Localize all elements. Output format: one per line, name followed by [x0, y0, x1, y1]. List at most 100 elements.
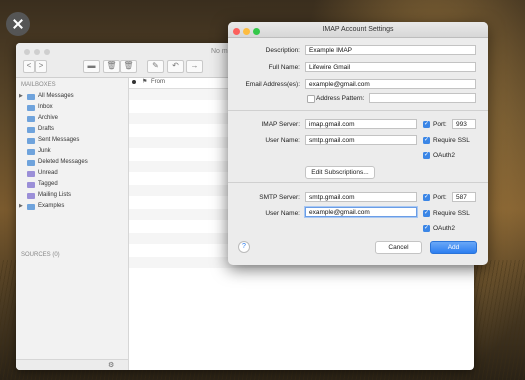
zoom-light-icon[interactable]: [253, 28, 260, 35]
unread-column-icon[interactable]: [132, 80, 136, 84]
dialog-window-controls: [233, 26, 263, 41]
address-pattern-checkbox[interactable]: [307, 95, 315, 103]
imap-account-settings-dialog: IMAP Account Settings Description: Examp…: [228, 22, 488, 265]
forward-mail-icon: →: [190, 61, 199, 70]
imap-require-ssl-label: Require SSL: [433, 137, 470, 144]
from-column-header[interactable]: From: [151, 79, 165, 85]
sidebar-item-unread[interactable]: Unread: [16, 168, 128, 179]
imap-port-checkbox[interactable]: ✓: [423, 121, 430, 128]
smtp-port-checkbox[interactable]: ✓: [423, 194, 430, 201]
sidebar-item-label: Junk: [38, 148, 51, 154]
archive-icon: ▬: [87, 61, 96, 70]
sidebar-item-label: Sent Messages: [38, 137, 80, 143]
sources-header: SOURCES (0): [21, 252, 60, 258]
sidebar-item-tagged[interactable]: Tagged: [16, 179, 128, 190]
folder-icon: [27, 204, 35, 210]
sidebar-item-mailing-lists[interactable]: Mailing Lists: [16, 190, 128, 201]
imap-username-field[interactable]: smtp.gmail.com: [305, 135, 417, 145]
imap-username-label: User Name:: [265, 137, 300, 144]
folder-icon: [27, 94, 35, 100]
sidebar-item-label: Inbox: [38, 104, 53, 110]
sidebar-item-sent-messages[interactable]: Sent Messages: [16, 135, 128, 146]
close-overlay-icon[interactable]: [6, 12, 30, 36]
disclosure-triangle-icon[interactable]: ▶: [19, 91, 23, 102]
minimize-light-icon[interactable]: [34, 49, 40, 55]
folder-icon: [27, 149, 35, 155]
full-name-label: Full Name:: [268, 64, 300, 71]
junk-icon: 🗑: [123, 61, 134, 70]
sidebar-item-label: Deleted Messages: [38, 159, 88, 165]
sidebar-item-junk[interactable]: Junk: [16, 146, 128, 157]
smtp-username-label: User Name:: [265, 210, 300, 217]
sidebar-item-examples[interactable]: ▶ Examples: [16, 201, 128, 212]
address-pattern-label: Address Pattern:: [316, 95, 365, 102]
help-button[interactable]: ?: [238, 241, 250, 253]
imap-require-ssl-checkbox[interactable]: ✓: [423, 137, 430, 144]
reply-icon: ↶: [172, 61, 179, 70]
smtp-username-field[interactable]: example@gmail.com: [305, 207, 417, 217]
sidebar-item-deleted-messages[interactable]: Deleted Messages: [16, 157, 128, 168]
smtp-server-label: SMTP Server:: [259, 194, 300, 201]
address-pattern-field[interactable]: [369, 93, 476, 103]
gear-icon[interactable]: ⚙: [108, 361, 114, 369]
forward-mail-button[interactable]: →: [186, 60, 203, 73]
smtp-oauth2-label: OAuth2: [433, 225, 456, 232]
archive-button[interactable]: ▬: [83, 60, 100, 73]
close-light-icon[interactable]: [233, 28, 240, 35]
mailboxes-header: MAILBOXES: [21, 82, 56, 88]
sidebar-item-label: Mailing Lists: [38, 192, 72, 198]
junk-button[interactable]: 🗑: [120, 60, 137, 73]
sidebar-item-archive[interactable]: Archive: [16, 113, 128, 124]
sidebar-item-all-messages[interactable]: ▶ All Messages: [16, 91, 128, 102]
mail-window-title: No m: [211, 48, 228, 55]
compose-button[interactable]: ✎: [147, 60, 164, 73]
cancel-button[interactable]: Cancel: [375, 241, 422, 254]
imap-port-label: Port:: [433, 121, 447, 128]
mailbox-list: ▶ All Messages Inbox Archive Drafts Sent …: [16, 91, 128, 212]
sidebar-item-label: Examples: [38, 203, 65, 209]
email-field[interactable]: example@gmail.com: [305, 79, 476, 89]
disclosure-triangle-icon[interactable]: ▶: [19, 201, 23, 212]
sidebar-item-inbox[interactable]: Inbox: [16, 102, 128, 113]
sidebar-item-drafts[interactable]: Drafts: [16, 124, 128, 135]
imap-oauth2-checkbox[interactable]: ✓: [423, 152, 430, 159]
imap-server-label: IMAP Server:: [261, 121, 300, 128]
add-button[interactable]: Add: [430, 241, 477, 254]
description-field[interactable]: Example IMAP: [305, 45, 476, 55]
smtp-require-ssl-checkbox[interactable]: ✓: [423, 210, 430, 217]
trash-icon: 🗑: [106, 61, 117, 70]
sidebar-item-label: Tagged: [38, 181, 58, 187]
sidebar-footer: ⚙: [16, 359, 128, 370]
smtp-require-ssl-label: Require SSL: [433, 210, 470, 217]
close-light-icon[interactable]: [24, 49, 30, 55]
smart-folder-icon: [27, 182, 35, 188]
smtp-port-field[interactable]: 587: [452, 192, 476, 202]
back-button[interactable]: <: [23, 60, 35, 73]
dialog-title: IMAP Account Settings: [322, 26, 394, 33]
folder-icon: [27, 160, 35, 166]
trash-button[interactable]: 🗑: [103, 60, 120, 73]
minimize-light-icon[interactable]: [243, 28, 250, 35]
forward-button[interactable]: >: [35, 60, 47, 73]
imap-port-field[interactable]: 993: [452, 119, 476, 129]
reply-button[interactable]: ↶: [167, 60, 184, 73]
mail-sidebar: MAILBOXES ▶ All Messages Inbox Archive Dr…: [16, 78, 129, 370]
flag-column-icon[interactable]: ⚑: [142, 78, 147, 85]
window-controls: [24, 49, 54, 57]
zoom-light-icon[interactable]: [44, 49, 50, 55]
separator: [228, 182, 488, 183]
smtp-server-field[interactable]: smtp.gmail.com: [305, 192, 417, 202]
full-name-field[interactable]: Lifewire Gmail: [305, 62, 476, 72]
edit-subscriptions-button[interactable]: Edit Subscriptions...: [305, 166, 375, 179]
email-label: Email Address(es):: [245, 81, 300, 88]
smtp-oauth2-checkbox[interactable]: ✓: [423, 225, 430, 232]
folder-icon: [27, 138, 35, 144]
smtp-port-label: Port:: [433, 194, 447, 201]
smart-folder-icon: [27, 193, 35, 199]
folder-icon: [27, 127, 35, 133]
folder-icon: [27, 105, 35, 111]
imap-server-field[interactable]: imap.gmail.com: [305, 119, 417, 129]
compose-icon: ✎: [152, 61, 159, 70]
smart-folder-icon: [27, 171, 35, 177]
sidebar-item-label: All Messages: [38, 93, 74, 99]
